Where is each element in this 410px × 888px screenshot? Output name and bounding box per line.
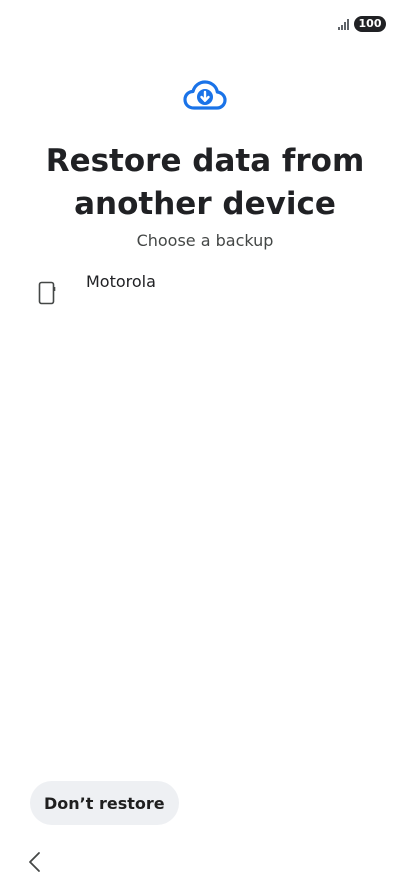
cloud-download-icon	[183, 80, 227, 110]
status-bar: 100	[338, 14, 386, 34]
battery-level-badge: 100	[354, 16, 386, 32]
page-title: Restore data from another device	[45, 143, 365, 222]
restore-screen: 100 Restore data from another device Cho…	[0, 0, 410, 888]
backup-item-label: Motorola	[86, 272, 156, 291]
chevron-left-icon[interactable]	[24, 850, 46, 874]
signal-bars-icon	[338, 18, 349, 30]
page-subtitle: Choose a backup	[136, 231, 274, 250]
phone-icon	[38, 281, 56, 305]
backup-item-motorola[interactable]: Motorola	[20, 264, 390, 320]
dont-restore-button[interactable]: Don’t restore	[30, 781, 179, 825]
